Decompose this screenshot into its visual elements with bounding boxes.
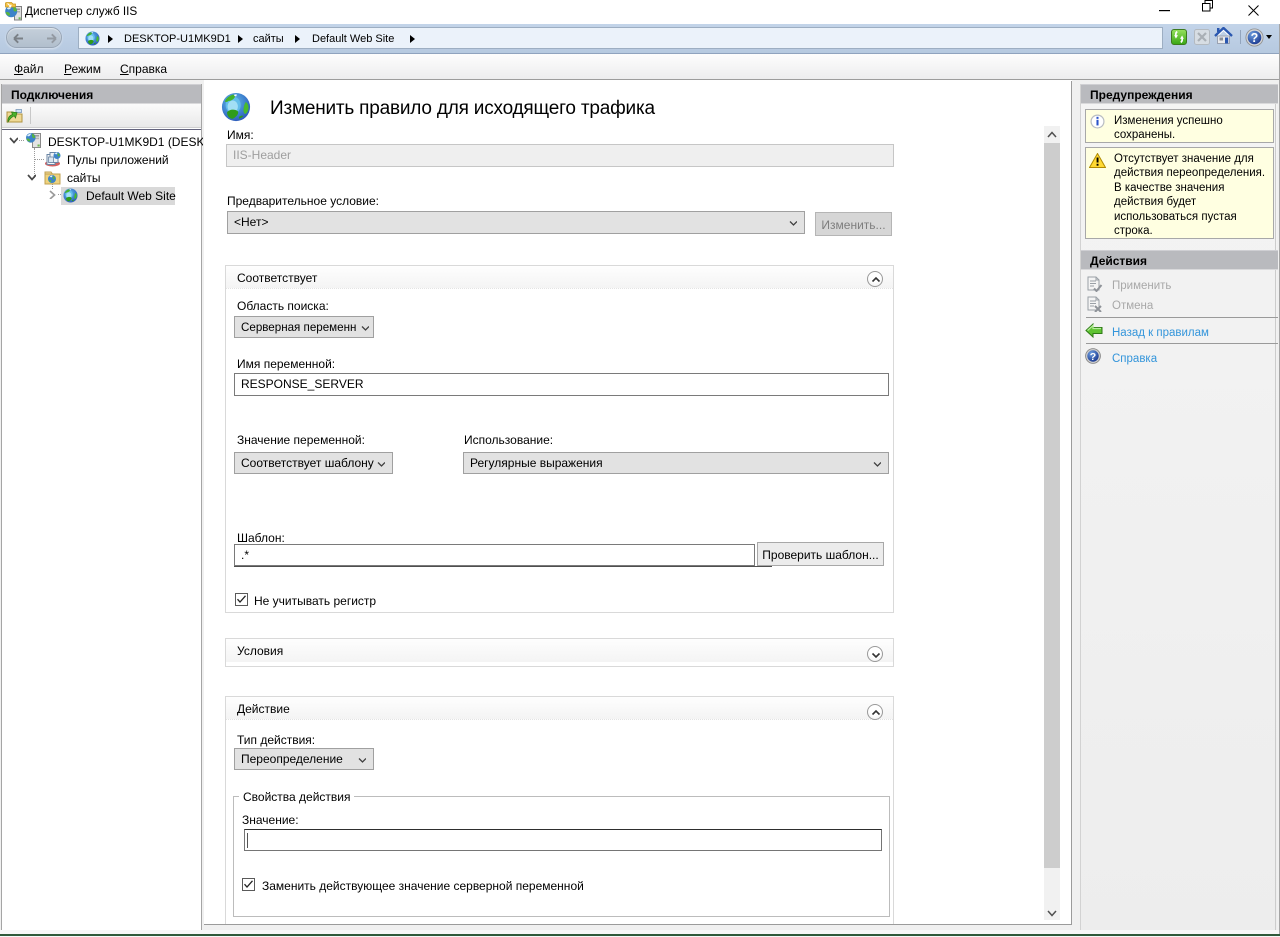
svg-text:?: ? xyxy=(1251,31,1259,45)
svg-text:?: ? xyxy=(1090,351,1096,363)
